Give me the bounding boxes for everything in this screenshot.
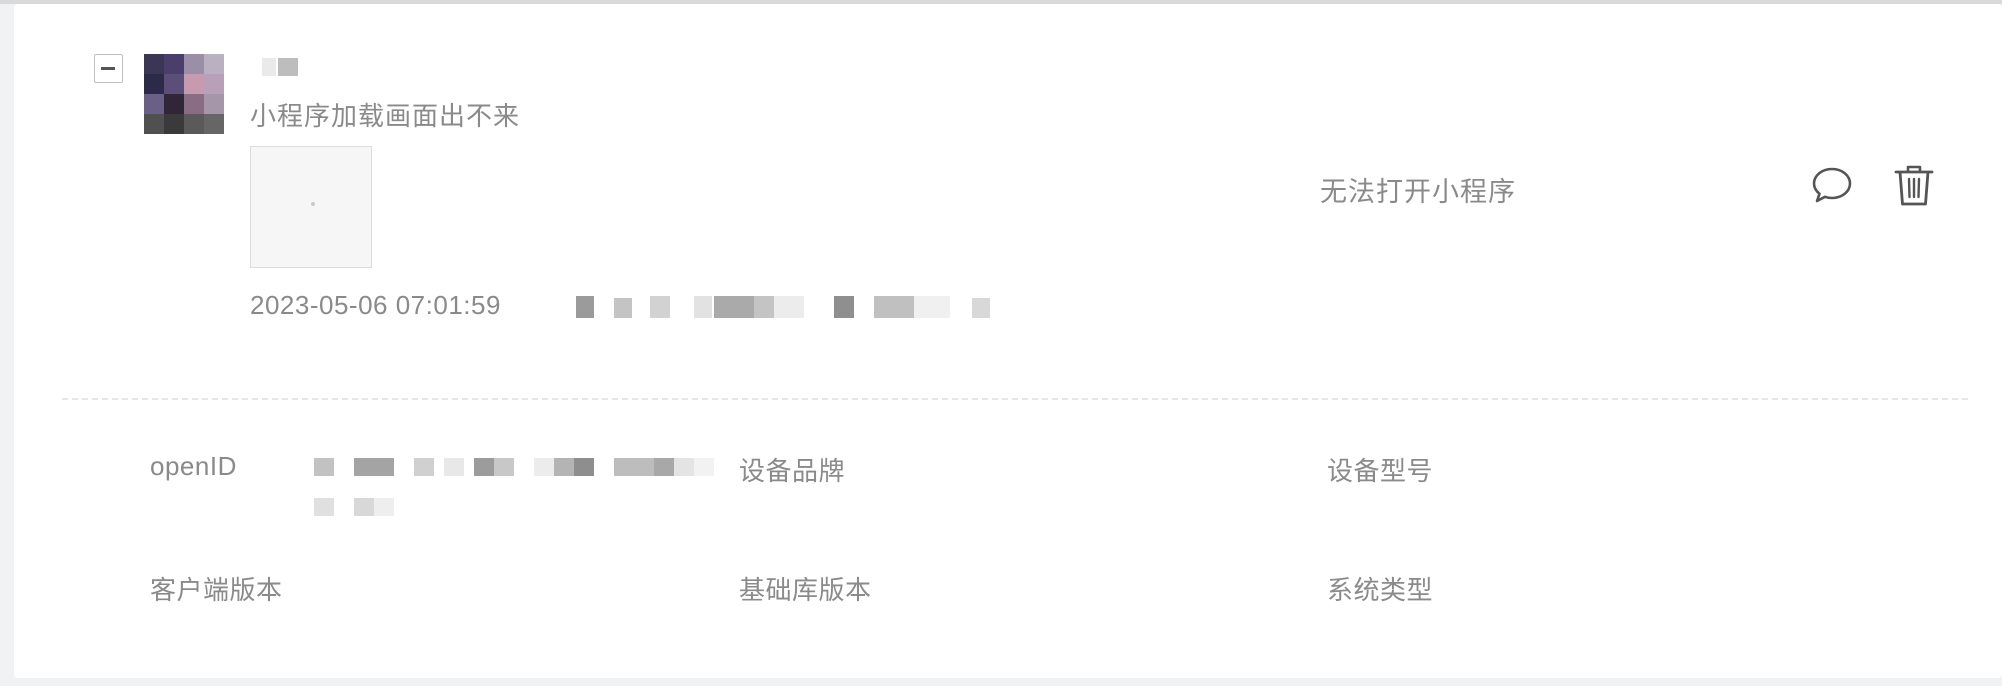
- base-library-version-label: 基础库版本: [739, 575, 872, 605]
- system-type-label: 系统类型: [1327, 575, 1434, 605]
- reply-button[interactable]: [1809, 162, 1855, 208]
- user-nickname-redacted: [258, 54, 318, 76]
- chat-bubble-icon: [1812, 167, 1852, 203]
- screenshot-thumbnail[interactable]: [250, 146, 372, 268]
- client-version-label: 客户端版本: [150, 575, 283, 605]
- user-info-redacted: [554, 296, 994, 318]
- select-checkbox[interactable]: [94, 54, 123, 83]
- feedback-timestamp: 2023-05-06 07:01:59: [250, 290, 501, 320]
- feedback-content: 小程序加载画面出不来: [250, 101, 521, 131]
- trash-icon: [1894, 165, 1934, 206]
- feedback-category: 无法打开小程序: [1320, 177, 1516, 207]
- section-divider: [62, 398, 1968, 400]
- device-model-label: 设备型号: [1327, 456, 1434, 486]
- feedback-card: 小程序加载画面出不来 2023-05-06 07:01:59 无法打开小程序 o…: [14, 4, 2002, 678]
- openid-value-redacted: [314, 452, 734, 522]
- avatar: [144, 54, 224, 134]
- device-brand-label: 设备品牌: [739, 456, 846, 486]
- delete-button[interactable]: [1891, 162, 1937, 208]
- openid-label: openID: [150, 451, 237, 481]
